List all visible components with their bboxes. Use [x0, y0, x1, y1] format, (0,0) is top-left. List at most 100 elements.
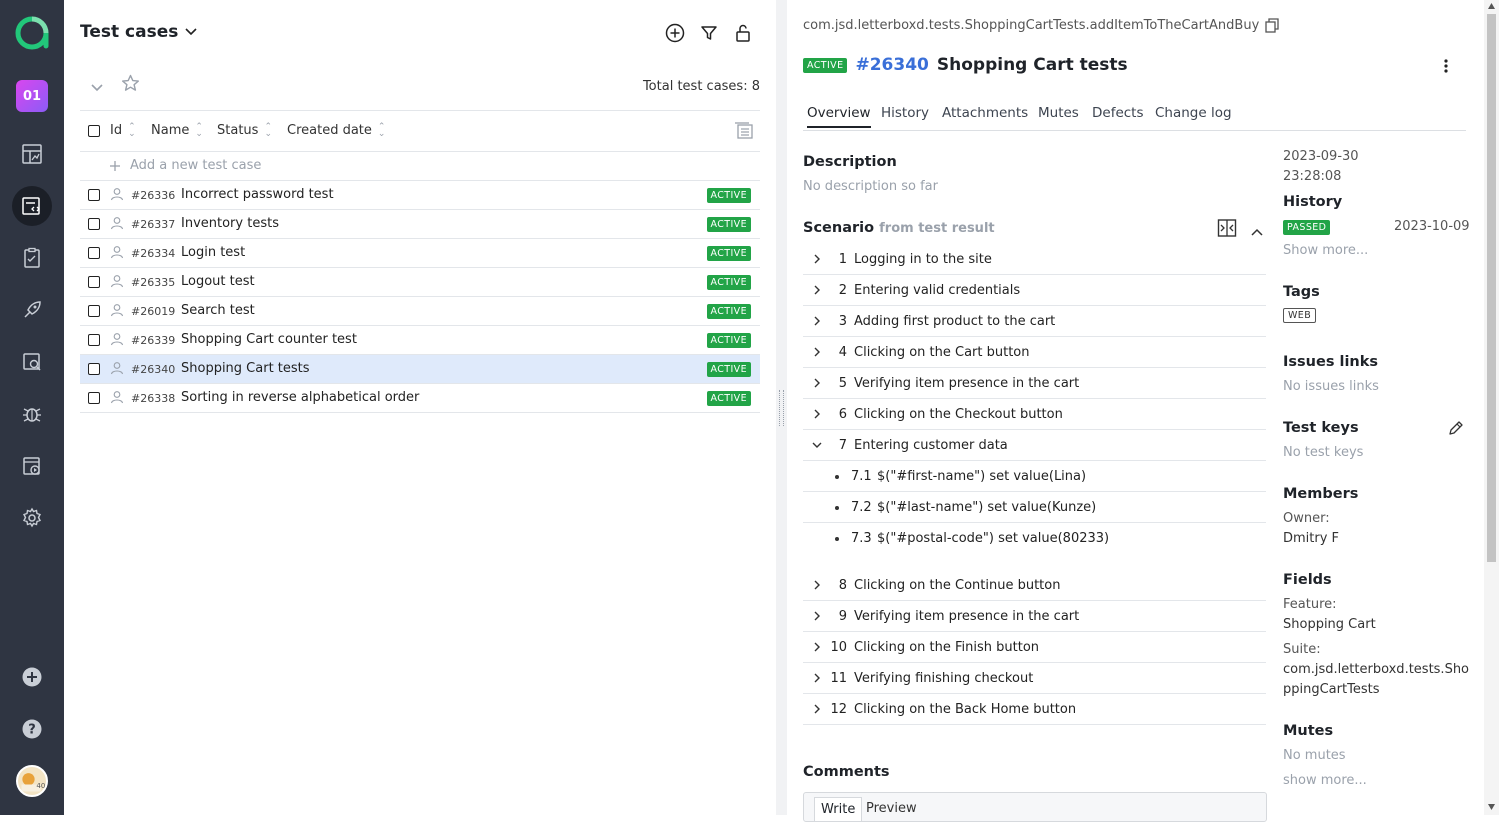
tag-web[interactable]: WEB: [1283, 308, 1317, 323]
test-path: com.jsd.letterboxd.tests.ShoppingCartTes…: [803, 18, 1279, 33]
compare-icon[interactable]: [1217, 218, 1237, 242]
scenario-step[interactable]: 7 Entering customer data: [803, 430, 1266, 461]
chevron-right-icon[interactable]: [812, 703, 822, 715]
defects-bug-icon[interactable]: [12, 394, 52, 434]
chevron-down-icon[interactable]: [812, 439, 822, 451]
test-cases-icon[interactable]: [12, 186, 52, 226]
create-plus-icon[interactable]: [12, 657, 52, 697]
jobs-icon[interactable]: [12, 446, 52, 486]
step-number: 4: [838, 345, 847, 360]
row-checkbox[interactable]: [88, 247, 100, 259]
table-row[interactable]: #26339 Shopping Cart counter test ACTIVE: [80, 326, 760, 355]
scenario-step[interactable]: 9 Verifying item presence in the cart: [803, 601, 1266, 632]
scenario-step[interactable]: 6 Clicking on the Checkout button: [803, 399, 1266, 430]
chevron-right-icon[interactable]: [812, 579, 822, 591]
show-more-link[interactable]: Show more...: [1283, 243, 1368, 258]
tab-overview[interactable]: Overview: [807, 105, 871, 128]
chevron-right-icon[interactable]: [812, 284, 822, 296]
comment-write-tab[interactable]: Write: [814, 797, 863, 821]
user-avatar[interactable]: 40: [16, 765, 48, 797]
allure-logo-icon[interactable]: [15, 16, 49, 50]
chevron-right-icon[interactable]: [812, 610, 822, 622]
collapse-chevron-icon[interactable]: [90, 78, 104, 97]
mutes-title: Mutes: [1283, 723, 1334, 739]
chevron-right-icon[interactable]: [812, 408, 822, 420]
feature-label: Feature:: [1283, 597, 1337, 612]
add-circle-icon[interactable]: [664, 22, 686, 44]
scenario-step[interactable]: 2 Entering valid credentials: [803, 275, 1266, 306]
comment-editor[interactable]: Write Preview: [803, 792, 1267, 822]
tab-change-log[interactable]: Change log: [1155, 105, 1232, 121]
table-row[interactable]: #26334 Login test ACTIVE: [80, 239, 760, 268]
launches-rocket-icon[interactable]: [12, 290, 52, 330]
chevron-right-icon[interactable]: [812, 672, 822, 684]
test-plans-icon[interactable]: [12, 238, 52, 278]
edit-pencil-icon[interactable]: [1448, 420, 1464, 440]
column-settings-icon[interactable]: [734, 122, 754, 144]
test-cases-title[interactable]: Test cases: [80, 22, 198, 42]
scenario-step[interactable]: 3 Adding first product to the cart: [803, 306, 1266, 337]
help-icon[interactable]: ?: [12, 709, 52, 749]
copy-icon[interactable]: [1265, 18, 1279, 33]
comment-preview-tab[interactable]: Preview: [866, 801, 917, 816]
row-checkbox[interactable]: [88, 305, 100, 317]
tab-mutes[interactable]: Mutes: [1038, 105, 1079, 121]
project-avatar[interactable]: 01: [16, 80, 48, 112]
scenario-substep[interactable]: 7.3 $("#postal-code") set value(80233): [803, 523, 1266, 554]
col-status[interactable]: Status ⌃ ⌄: [217, 122, 272, 138]
table-row[interactable]: #26336 Incorrect password test ACTIVE: [80, 181, 760, 210]
row-checkbox[interactable]: [88, 363, 100, 375]
row-checkbox[interactable]: [88, 334, 100, 346]
col-name[interactable]: Name ⌃ ⌄: [151, 122, 203, 138]
table-row[interactable]: #26340 Shopping Cart tests ACTIVE: [80, 355, 760, 384]
chevron-right-icon[interactable]: [812, 253, 822, 265]
chevron-right-icon[interactable]: [812, 641, 822, 653]
star-icon[interactable]: [121, 74, 140, 96]
scenario-substep[interactable]: 7.2 $("#last-name") set value(Kunze): [803, 492, 1266, 523]
filter-icon[interactable]: [698, 22, 720, 44]
chevron-right-icon[interactable]: [812, 377, 822, 389]
analytics-icon[interactable]: [12, 342, 52, 382]
dashboards-icon[interactable]: [12, 134, 52, 174]
row-checkbox[interactable]: [88, 392, 100, 404]
step-number: 8: [838, 578, 847, 593]
tab-history[interactable]: History: [881, 105, 929, 121]
scenario-step[interactable]: 12 Clicking on the Back Home button: [803, 694, 1266, 725]
panel-title-text: Test cases: [80, 22, 179, 42]
scenario-step[interactable]: 8 Clicking on the Continue button: [803, 570, 1266, 601]
detail-scrollbar[interactable]: [1484, 0, 1499, 815]
tab-defects[interactable]: Defects: [1092, 105, 1144, 121]
add-test-case-row[interactable]: Add a new test case: [80, 152, 760, 181]
col-id[interactable]: Id ⌃ ⌄: [110, 122, 136, 138]
row-name: Login test: [181, 245, 246, 260]
table-row[interactable]: #26019 Search test ACTIVE: [80, 297, 760, 326]
history-passed-badge[interactable]: PASSED: [1283, 220, 1331, 235]
scenario-step[interactable]: 10 Clicking on the Finish button: [803, 632, 1266, 663]
svg-text:40: 40: [36, 782, 45, 790]
tab-attachments[interactable]: Attachments: [942, 105, 1028, 121]
collapse-scenario-icon[interactable]: [1250, 222, 1264, 241]
unlock-icon[interactable]: [732, 22, 754, 44]
scenario-step[interactable]: 4 Clicking on the Cart button: [803, 337, 1266, 368]
issues-title: Issues links: [1283, 354, 1379, 370]
select-all-checkbox[interactable]: [88, 125, 100, 137]
row-checkbox[interactable]: [88, 218, 100, 230]
scenario-step[interactable]: 5 Verifying item presence in the cart: [803, 368, 1266, 399]
table-row[interactable]: #26338 Sorting in reverse alphabetical or…: [80, 384, 760, 413]
row-checkbox[interactable]: [88, 276, 100, 288]
table-row[interactable]: #26335 Logout test ACTIVE: [80, 268, 760, 297]
scrollbar-thumb[interactable]: [1487, 14, 1496, 562]
scenario-step[interactable]: 1 Logging in to the site: [803, 244, 1266, 275]
more-menu-icon[interactable]: [1438, 57, 1454, 75]
scenario-step[interactable]: 11 Verifying finishing checkout: [803, 663, 1266, 694]
scenario-substep[interactable]: 7.1 $("#first-name") set value(Lina): [803, 461, 1266, 492]
chevron-right-icon[interactable]: [812, 315, 822, 327]
show-more-mutes-link[interactable]: show more...: [1283, 773, 1367, 788]
chevron-right-icon[interactable]: [812, 346, 822, 358]
col-created-date[interactable]: Created date ⌃ ⌄: [287, 122, 385, 138]
row-checkbox[interactable]: [88, 189, 100, 201]
table-row[interactable]: #26337 Inventory tests ACTIVE: [80, 210, 760, 239]
panel-splitter[interactable]: [776, 0, 787, 815]
settings-gear-icon[interactable]: [12, 498, 52, 538]
plus-icon: [110, 161, 120, 171]
